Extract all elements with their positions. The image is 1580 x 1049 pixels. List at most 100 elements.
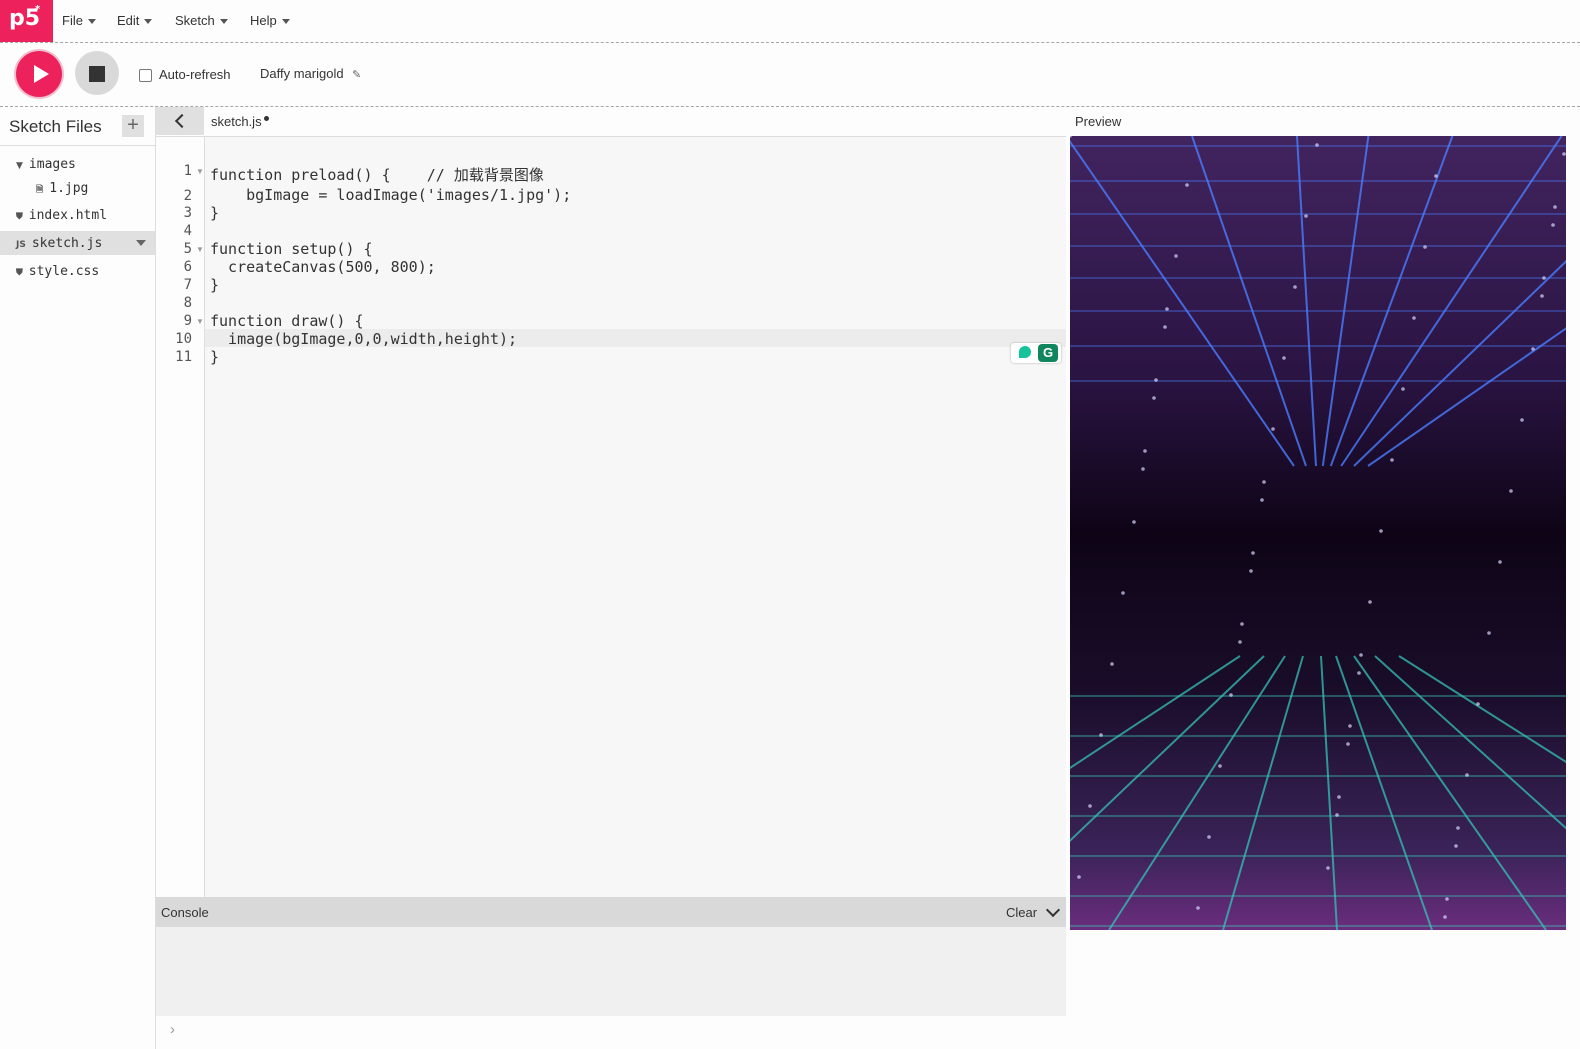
grammarly-widget[interactable]: G bbox=[1011, 343, 1061, 363]
grammarly-icon[interactable]: G bbox=[1038, 344, 1058, 362]
floor-gridline bbox=[1108, 655, 1286, 930]
star-dot bbox=[1346, 742, 1350, 746]
add-file-button[interactable]: + bbox=[122, 115, 144, 137]
star-dot bbox=[1412, 316, 1416, 320]
ceiling-gridline bbox=[1329, 136, 1454, 467]
ceiling-gridline bbox=[1353, 260, 1566, 467]
collapse-sidebar-button[interactable] bbox=[156, 107, 204, 135]
menu-edit-label: Edit bbox=[117, 13, 140, 28]
ceiling-gridline bbox=[1367, 327, 1566, 467]
auto-refresh-checkbox[interactable] bbox=[139, 69, 152, 82]
ceiling-gridline bbox=[1070, 140, 1295, 467]
star-dot bbox=[1531, 347, 1535, 351]
menu-file-label: File bbox=[62, 13, 83, 28]
css-file-icon: ⛊ bbox=[16, 268, 23, 278]
star-dot bbox=[1088, 804, 1092, 808]
star-dot bbox=[1562, 152, 1566, 156]
chevron-down-icon[interactable] bbox=[1045, 902, 1061, 918]
toolbar: Auto-refresh Daffy marigold ✎ bbox=[0, 43, 1580, 107]
star-dot bbox=[1401, 387, 1405, 391]
star-dot bbox=[1487, 631, 1491, 635]
fold-arrow-icon[interactable]: ▼ bbox=[196, 245, 204, 254]
star-dot bbox=[1238, 640, 1242, 644]
file-icon: 🗎 bbox=[36, 185, 44, 195]
edit-name-pencil-icon[interactable]: ✎ bbox=[352, 68, 361, 81]
star-dot bbox=[1368, 600, 1372, 604]
file-options-caret-icon[interactable] bbox=[136, 240, 146, 246]
star-dot bbox=[1229, 693, 1233, 697]
ceiling-gridline bbox=[1340, 136, 1563, 467]
star-dot bbox=[1465, 773, 1469, 777]
folder-toggle-icon[interactable]: ▼ bbox=[16, 161, 23, 171]
console-panel: Console Clear › bbox=[156, 897, 1066, 1049]
line-number: 4 bbox=[183, 223, 192, 239]
floor-gridline bbox=[1070, 655, 1241, 770]
code-line: function setup() { bbox=[210, 240, 373, 258]
star-dot bbox=[1165, 307, 1169, 311]
menu-edit[interactable]: Edit bbox=[117, 13, 153, 28]
menu-sketch[interactable]: Sketch bbox=[175, 13, 228, 28]
top-nav: p5 * File Edit Sketch Help bbox=[0, 0, 1580, 43]
star-dot bbox=[1293, 285, 1297, 289]
floor-gridline bbox=[1374, 655, 1566, 830]
star-dot bbox=[1326, 866, 1330, 870]
stop-button[interactable] bbox=[75, 51, 119, 95]
star-dot bbox=[1390, 458, 1394, 462]
star-dot bbox=[1520, 418, 1524, 422]
ceiling-gridline bbox=[1321, 136, 1370, 467]
auto-refresh-label[interactable]: Auto-refresh bbox=[159, 67, 231, 82]
star-dot bbox=[1337, 795, 1341, 799]
star-dot bbox=[1132, 520, 1136, 524]
caret-down-icon bbox=[281, 19, 290, 25]
sidebar-item-style-css[interactable]: ⛊ style.css bbox=[16, 264, 99, 279]
star-dot bbox=[1304, 214, 1308, 218]
star-dot bbox=[1152, 396, 1156, 400]
menu-help[interactable]: Help bbox=[250, 13, 290, 28]
preview-canvas[interactable] bbox=[1070, 136, 1566, 930]
star-dot bbox=[1542, 276, 1546, 280]
code-line: function draw() { bbox=[210, 312, 364, 330]
console-input[interactable]: › bbox=[156, 1016, 1066, 1049]
star-dot bbox=[1553, 205, 1557, 209]
fold-arrow-icon[interactable]: ▼ bbox=[196, 317, 204, 326]
star-dot bbox=[1249, 569, 1253, 573]
unsaved-dot-icon bbox=[264, 116, 269, 121]
code-line: createCanvas(500, 800); bbox=[210, 258, 436, 276]
code-line: } bbox=[210, 348, 220, 366]
file-label: style.css bbox=[28, 264, 100, 279]
star-dot bbox=[1260, 498, 1264, 502]
star-dot bbox=[1509, 489, 1513, 493]
line-number: 10 bbox=[175, 331, 192, 347]
fold-arrow-icon[interactable]: ▼ bbox=[196, 167, 204, 176]
console-clear-button[interactable]: Clear bbox=[1006, 905, 1037, 920]
code-editor[interactable]: 1 ▼ 2 3 4 5 ▼ 6 7 8 9 ▼ 10 11 function p… bbox=[156, 137, 1066, 897]
play-button[interactable] bbox=[16, 51, 62, 97]
ceiling-gridline bbox=[1191, 136, 1307, 467]
console-prompt-icon: › bbox=[170, 1021, 175, 1038]
star-dot bbox=[1443, 915, 1447, 919]
line-number: 7 bbox=[183, 277, 192, 293]
sketch-name[interactable]: Daffy marigold bbox=[260, 66, 344, 81]
menu-file[interactable]: File bbox=[62, 13, 96, 28]
star-dot bbox=[1476, 702, 1480, 706]
sidebar-item-sketch-js[interactable]: JS sketch.js bbox=[16, 236, 102, 251]
sidebar-item-images[interactable]: ▼ images bbox=[16, 157, 76, 172]
menu-help-label: Help bbox=[250, 13, 277, 28]
star-dot bbox=[1456, 826, 1460, 830]
star-dot bbox=[1357, 671, 1361, 675]
star-dot bbox=[1379, 529, 1383, 533]
sidebar-item-1jpg[interactable]: 🗎 1.jpg bbox=[36, 181, 88, 198]
file-label: images bbox=[28, 157, 76, 172]
file-label: 1.jpg bbox=[49, 181, 89, 196]
star-dot bbox=[1445, 897, 1449, 901]
caret-down-icon bbox=[87, 19, 96, 25]
star-dot bbox=[1174, 254, 1178, 258]
sidebar-item-index-html[interactable]: ⛊ index.html bbox=[16, 208, 107, 223]
line-number: 2 bbox=[183, 188, 192, 204]
star-dot bbox=[1185, 183, 1189, 187]
p5-logo[interactable]: p5 * bbox=[0, 0, 53, 42]
tab-sketch-js[interactable]: sketch.js bbox=[211, 114, 262, 129]
lightbulb-icon[interactable] bbox=[1019, 346, 1031, 358]
star-dot bbox=[1282, 356, 1286, 360]
star-dot bbox=[1154, 378, 1158, 382]
